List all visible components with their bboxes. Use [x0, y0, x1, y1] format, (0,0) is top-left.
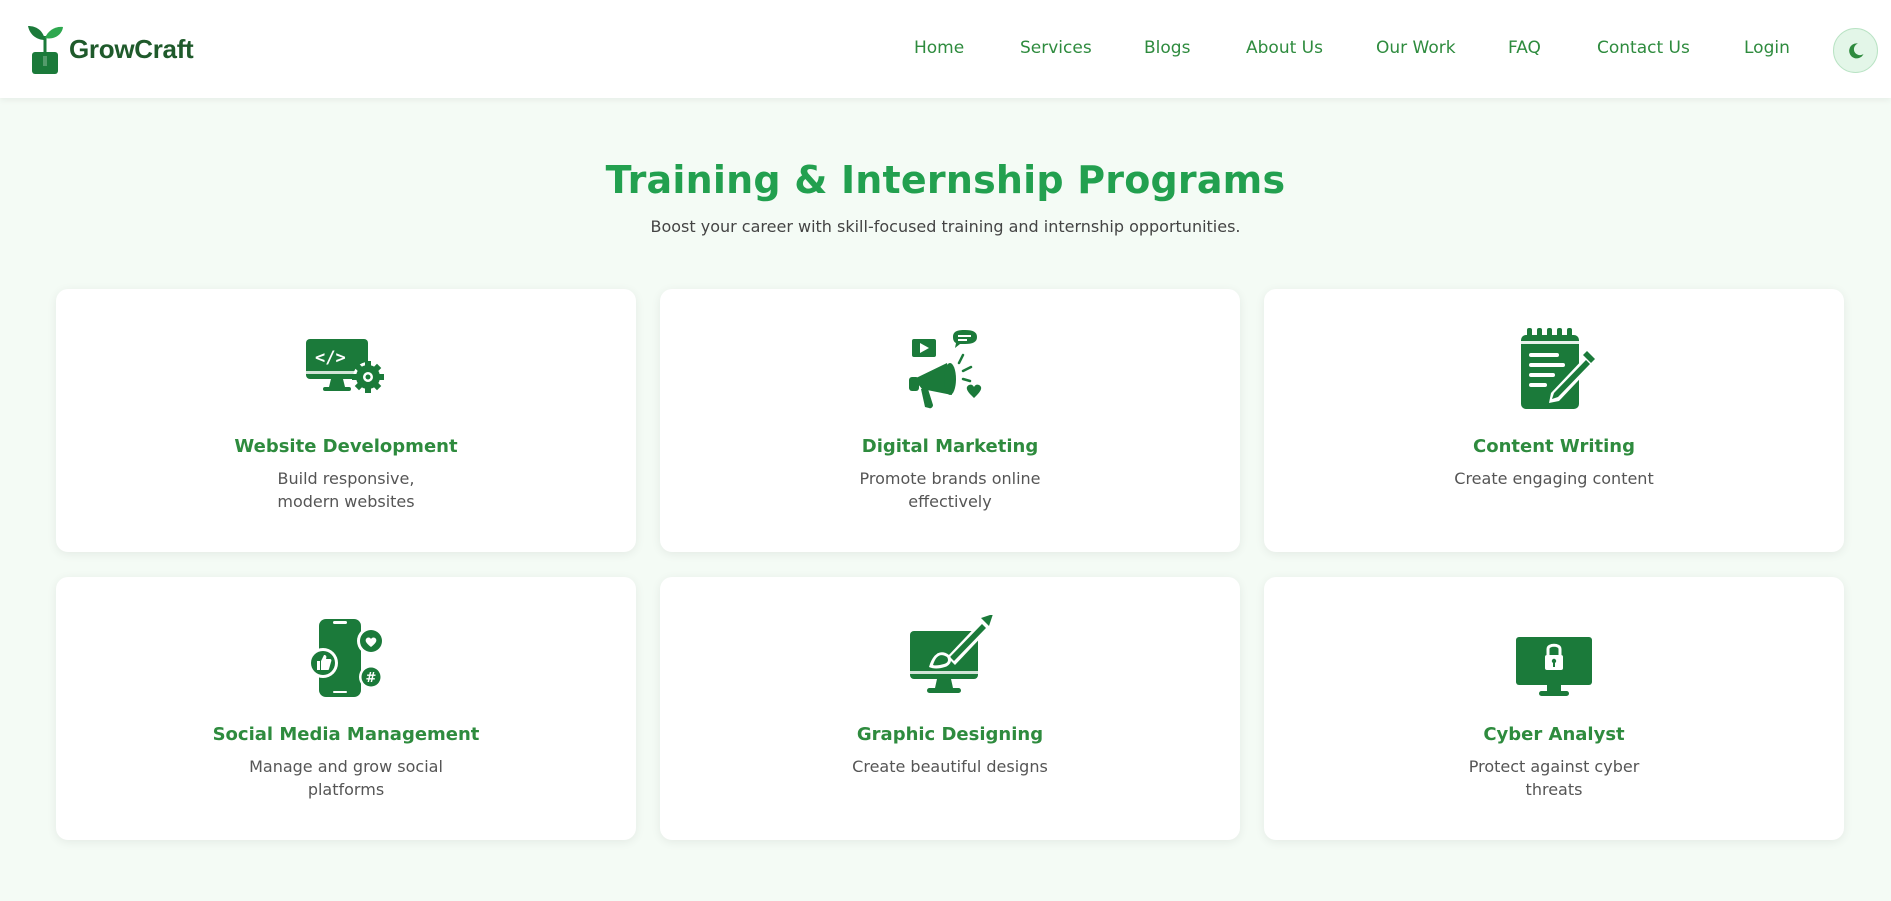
nav-our-work[interactable]: Our Work: [1376, 38, 1456, 58]
card-description: Promote brands online effectively: [859, 469, 1041, 511]
theme-toggle-button[interactable]: [1833, 28, 1878, 73]
program-card-cyber-analyst[interactable]: Cyber Analyst Protect against cyber thre…: [1264, 577, 1844, 840]
moon-icon: [1848, 42, 1863, 58]
program-card-digital-marketing[interactable]: Digital Marketing Promote brands online …: [660, 289, 1240, 552]
card-description: Build responsive, modern websites: [277, 469, 415, 511]
program-card-content-writing[interactable]: Content Writing Create engaging content: [1264, 289, 1844, 552]
card-description: Create beautiful designs: [852, 757, 1048, 776]
card-description: Protect against cyber threats: [1468, 757, 1640, 799]
nav-home[interactable]: Home: [914, 38, 964, 58]
card-description: Create engaging content: [1454, 469, 1654, 488]
card-title: Digital Marketing: [861, 436, 1039, 457]
page-title: Training & Internship Programs: [605, 158, 1286, 202]
card-title: Website Development: [234, 436, 458, 457]
card-title: Social Media Management: [212, 724, 480, 745]
card-title: Graphic Designing: [856, 724, 1044, 745]
social-phone-icon: #: [308, 619, 385, 697]
nav-login[interactable]: Login: [1744, 38, 1790, 58]
card-title: Cyber Analyst: [1483, 724, 1625, 745]
svg-text:</>: </>: [315, 348, 346, 368]
web-development-icon: </>: [306, 339, 384, 393]
program-card-website-development[interactable]: </> Website Development Build responsive…: [56, 289, 636, 552]
lock-monitor-icon: [1516, 637, 1592, 696]
page-subtitle: Boost your career with skill-focused tra…: [650, 217, 1241, 236]
card-description: Manage and grow social platforms: [249, 757, 443, 799]
main-nav: Home Services Blogs About Us Our Work FA…: [0, 0, 1891, 98]
nav-services[interactable]: Services: [1020, 38, 1092, 58]
card-title: Content Writing: [1473, 436, 1635, 457]
nav-faq[interactable]: FAQ: [1508, 38, 1541, 58]
design-monitor-icon: [910, 615, 993, 693]
nav-blogs[interactable]: Blogs: [1144, 38, 1190, 58]
notepad-pen-icon: [1521, 328, 1595, 409]
program-card-social-media-management[interactable]: # Social Media Management Manage and gro…: [56, 577, 636, 840]
svg-text:#: #: [366, 671, 377, 686]
megaphone-icon: [909, 330, 982, 409]
navbar: GrowCraft Home Services Blogs About Us O…: [0, 0, 1891, 98]
program-card-graphic-designing[interactable]: Graphic Designing Create beautiful desig…: [660, 577, 1240, 840]
nav-contact-us[interactable]: Contact Us: [1597, 38, 1690, 58]
nav-about-us[interactable]: About Us: [1246, 38, 1323, 58]
